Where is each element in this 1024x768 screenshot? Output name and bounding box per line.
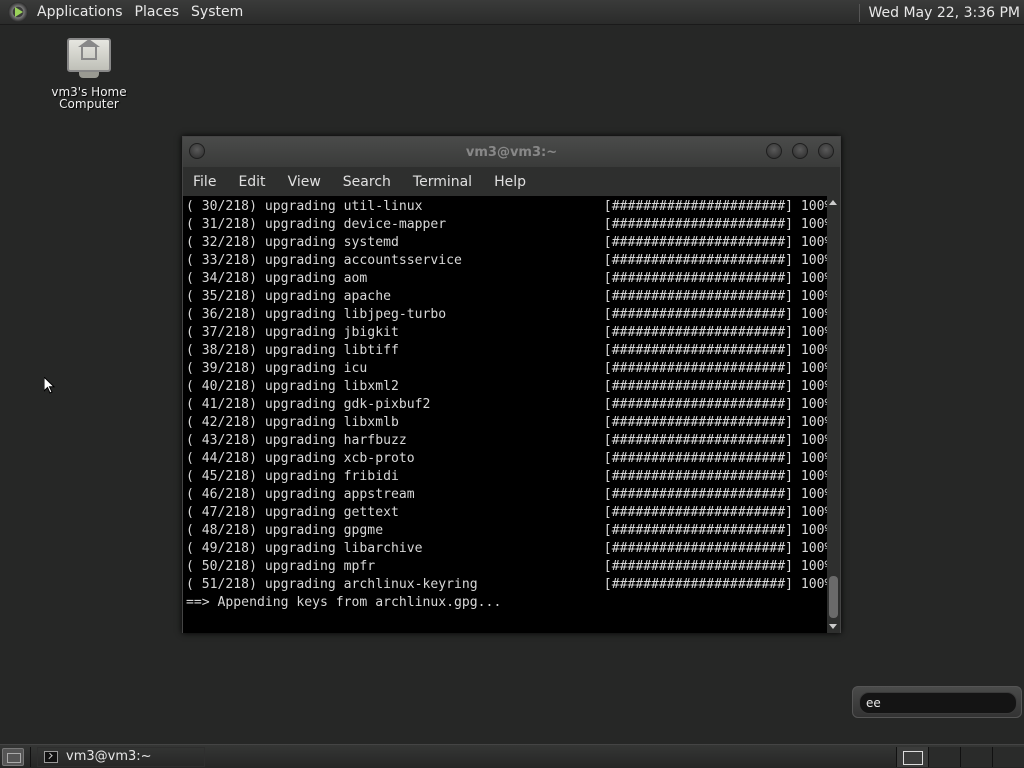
menu-file[interactable]: File <box>193 174 216 190</box>
scroll-up-icon[interactable] <box>829 200 837 205</box>
window-title: vm3@vm3:~ <box>465 144 558 160</box>
terminal-line: ( 46/218) upgrading appstream [#########… <box>186 487 828 502</box>
workspace-2[interactable] <box>928 747 960 767</box>
menu-help[interactable]: Help <box>494 174 526 190</box>
clock-text[interactable]: Wed May 22, 3:36 PM <box>869 5 1021 21</box>
menu-applications[interactable]: Applications <box>34 4 126 20</box>
panel-separator <box>858 3 860 22</box>
terminal-line: ( 44/218) upgrading xcb-proto [#########… <box>186 451 828 466</box>
terminal-line: ( 35/218) upgrading apache [############… <box>186 289 828 304</box>
terminal-scrollbar[interactable] <box>827 196 840 633</box>
terminal-line: ( 43/218) upgrading harfbuzz [##########… <box>186 433 828 448</box>
workspace-switcher[interactable] <box>896 747 1024 767</box>
terminal-line: ( 40/218) upgrading libxml2 [###########… <box>186 379 828 394</box>
minimize-button[interactable] <box>766 143 782 159</box>
terminal-line: ( 36/218) upgrading libjpeg-turbo [#####… <box>186 307 828 322</box>
scroll-thumb[interactable] <box>829 576 838 618</box>
top-panel: Applications Places System Wed May 22, 3… <box>0 0 1024 25</box>
terminal-line: ( 32/218) upgrading systemd [###########… <box>186 235 828 250</box>
terminal-icon <box>44 750 58 763</box>
menu-system[interactable]: System <box>188 4 246 20</box>
terminal-line: ( 38/218) upgrading libtiff [###########… <box>186 343 828 358</box>
taskbar-item-terminal[interactable]: vm3@vm3:~ <box>37 746 205 767</box>
workspace-3[interactable] <box>960 747 992 767</box>
terminal-line: ( 49/218) upgrading libarchive [########… <box>186 541 828 556</box>
terminal-line: ( 34/218) upgrading aom [###############… <box>186 271 828 286</box>
menu-search[interactable]: Search <box>343 174 391 190</box>
terminal-line: ( 41/218) upgrading gdk-pixbuf2 [#######… <box>186 397 828 412</box>
terminal-line: ( 45/218) upgrading fribidi [###########… <box>186 469 828 484</box>
window-titlebar[interactable]: vm3@vm3:~ <box>183 137 840 167</box>
window-menu-icon[interactable] <box>189 143 205 159</box>
terminal-line: ( 47/218) upgrading gettext [###########… <box>186 505 828 520</box>
menu-edit[interactable]: Edit <box>238 174 265 190</box>
panel-separator <box>30 746 31 767</box>
close-button[interactable] <box>818 143 834 159</box>
menu-places[interactable]: Places <box>132 4 183 20</box>
terminal-line: ==> Appending keys from archlinux.gpg... <box>186 595 502 610</box>
search-popup <box>852 686 1022 718</box>
terminal-line: ( 42/218) upgrading libxmlb [###########… <box>186 415 828 430</box>
clock[interactable]: Wed May 22, 3:36 PM <box>858 0 1024 25</box>
menu-view[interactable]: View <box>288 174 321 190</box>
terminal-line: ( 33/218) upgrading accountsservice [###… <box>186 253 828 268</box>
terminal-line: ( 30/218) upgrading util-linux [########… <box>186 199 828 214</box>
workspace-4[interactable] <box>992 747 1024 767</box>
maximize-button[interactable] <box>792 143 808 159</box>
bottom-panel: vm3@vm3:~ <box>0 744 1024 768</box>
search-input[interactable] <box>859 692 1017 714</box>
terminal-output[interactable]: ( 30/218) upgrading util-linux [########… <box>183 196 828 633</box>
terminal-line: ( 37/218) upgrading jbigkit [###########… <box>186 325 828 340</box>
terminal-line: ( 39/218) upgrading icu [###############… <box>186 361 828 376</box>
terminal-menubar: File Edit View Search Terminal Help <box>183 167 840 196</box>
distro-logo-icon[interactable] <box>8 2 28 22</box>
terminal-window[interactable]: vm3@vm3:~ File Edit View Search Terminal… <box>182 136 841 633</box>
terminal-line: ( 31/218) upgrading device-mapper [#####… <box>186 217 828 232</box>
terminal-line: ( 50/218) upgrading mpfr [##############… <box>186 559 828 574</box>
scroll-down-icon[interactable] <box>829 624 837 629</box>
show-desktop-icon[interactable] <box>2 747 24 766</box>
desktop-icon-label-line2: Computer <box>59 97 119 111</box>
taskbar-item-label: vm3@vm3:~ <box>66 749 152 764</box>
desktop-icon-home[interactable]: vm3's Home Computer <box>44 34 134 110</box>
menu-terminal[interactable]: Terminal <box>413 174 472 190</box>
terminal-line: ( 51/218) upgrading archlinux-keyring [#… <box>186 577 828 592</box>
workspace-1[interactable] <box>896 747 928 767</box>
computer-home-icon[interactable] <box>65 34 113 82</box>
terminal-line: ( 48/218) upgrading gpgme [#############… <box>186 523 828 538</box>
